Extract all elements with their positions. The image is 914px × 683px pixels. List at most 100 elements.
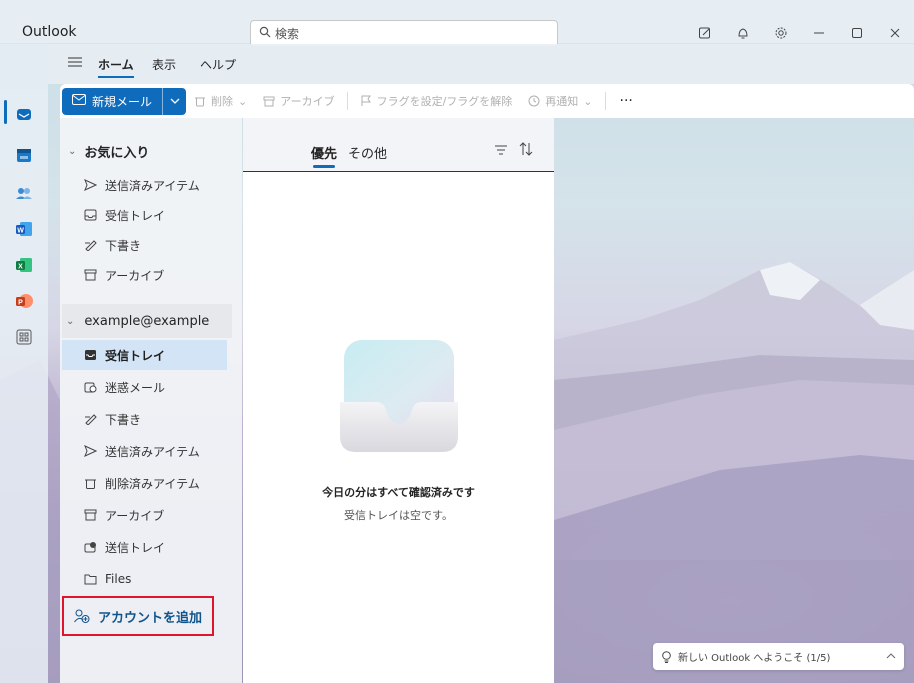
snooze-button[interactable]: 再通知 ⌄ [520, 93, 600, 109]
folder-label: 受信トレイ [105, 208, 166, 223]
clock-icon [528, 95, 540, 107]
folder-label: 受信トレイ [105, 348, 166, 363]
search-placeholder: 検索 [275, 27, 300, 41]
trash-icon [195, 97, 206, 107]
archive-button[interactable]: アーカイブ [255, 93, 342, 109]
flag-icon [361, 95, 371, 106]
empty-state-subtitle: 受信トレイは空です。 [344, 509, 453, 522]
favorite-item-sent[interactable]: 送信済みアイテム [62, 170, 227, 200]
folder-deleted[interactable]: 削除済みアイテム [62, 468, 227, 498]
account-name: example@example [84, 313, 210, 329]
flag-button[interactable]: フラグを設定/フラグを解除 [352, 93, 521, 109]
send-icon [84, 179, 97, 191]
minimize-icon[interactable] [800, 22, 838, 44]
toast-text: 新しい Outlook へようこそ (1/5) [678, 653, 831, 664]
inbox-icon [85, 350, 96, 360]
chevron-down-icon: ⌄ [238, 94, 248, 108]
outbox-icon [84, 542, 96, 553]
sort-icon[interactable] [519, 142, 533, 159]
folder-pane: ⌄ お気に入り 送信済みアイテム 受信トレイ 下書き アーカイブ ⌄ examp… [60, 118, 242, 683]
chevron-down-icon: ⌄ [68, 146, 77, 157]
add-account-button[interactable]: アカウントを追加 [62, 596, 214, 636]
svg-text:P: P [18, 299, 23, 306]
excel-icon[interactable]: X [14, 255, 34, 275]
calendar-icon[interactable] [14, 145, 34, 165]
junk-icon [84, 382, 97, 393]
favorites-label: お気に入り [84, 146, 150, 161]
tab-view[interactable]: 表示 [152, 56, 176, 73]
ribbon-divider [604, 92, 606, 110]
ribbon-divider [346, 92, 348, 110]
new-mail-button[interactable]: 新規メール [62, 87, 187, 115]
tab-help[interactable]: ヘルプ [200, 56, 236, 73]
app-title: Outlook [22, 24, 77, 40]
delete-label: 削除 [211, 95, 234, 108]
maximize-icon[interactable] [838, 22, 876, 44]
folder-drafts[interactable]: 下書き [62, 404, 227, 434]
add-account-label: アカウントを追加 [98, 610, 203, 626]
chevron-down-icon: ⌄ [66, 315, 75, 327]
envelope-icon [72, 94, 86, 108]
mail-icon[interactable] [14, 104, 34, 124]
hamburger-menu-icon[interactable] [68, 56, 82, 71]
folder-label: 迷惑メール [105, 380, 166, 395]
folder-outbox[interactable]: 送信トレイ [62, 532, 227, 562]
folder-archive[interactable]: アーカイブ [62, 500, 227, 530]
tab-home[interactable]: ホーム [98, 56, 134, 78]
add-person-icon [74, 609, 90, 623]
folder-label: 送信トレイ [105, 540, 166, 555]
people-icon[interactable] [14, 183, 34, 203]
bell-icon[interactable] [724, 22, 762, 44]
folder-label: 送信済みアイテム [105, 444, 200, 459]
folder-junk[interactable]: 迷惑メール [62, 372, 227, 402]
app-rail: W X P [0, 44, 48, 683]
folder-files[interactable]: Files [62, 564, 227, 594]
close-icon[interactable] [876, 22, 914, 44]
message-list-header: 優先 その他 [243, 118, 554, 172]
tab-other[interactable]: その他 [348, 143, 387, 162]
gear-icon[interactable] [762, 22, 800, 44]
trash-icon [85, 479, 96, 489]
welcome-toast[interactable]: 新しい Outlook へようこそ (1/5) [653, 643, 904, 670]
word-icon[interactable]: W [14, 219, 34, 239]
pencil-icon [85, 240, 97, 251]
archive-icon [263, 96, 275, 107]
folder-label: 削除済みアイテム [105, 476, 200, 491]
archive-icon [84, 509, 97, 521]
folder-inbox[interactable]: 受信トレイ [62, 340, 227, 370]
powerpoint-icon[interactable]: P [14, 291, 34, 311]
compose-note-icon[interactable] [686, 22, 724, 44]
svg-text:W: W [17, 227, 24, 234]
archive-label: アーカイブ [280, 95, 335, 108]
tab-focused[interactable]: 優先 [311, 143, 337, 168]
folder-label: アーカイブ [105, 508, 165, 523]
svg-text:X: X [18, 263, 23, 270]
new-mail-main[interactable]: 新規メール [62, 88, 162, 115]
folder-label: 下書き [105, 412, 142, 427]
favorite-item-inbox[interactable]: 受信トレイ [62, 200, 227, 230]
send-icon [84, 445, 97, 457]
lightbulb-icon [662, 650, 671, 663]
rail-active-indicator [4, 100, 7, 124]
search-input[interactable]: 検索 [250, 20, 558, 47]
menu-bar: ホーム 表示 ヘルプ [48, 44, 914, 84]
folder-label: Files [105, 572, 132, 586]
search-icon [259, 26, 271, 41]
new-mail-dropdown[interactable] [162, 87, 186, 115]
folder-sent[interactable]: 送信済みアイテム [62, 436, 227, 466]
filter-icon[interactable] [495, 144, 507, 158]
favorite-item-drafts[interactable]: 下書き [62, 230, 227, 260]
folder-label: アーカイブ [105, 268, 165, 283]
more-apps-icon[interactable] [14, 327, 34, 347]
favorites-header[interactable]: ⌄ お気に入り [68, 142, 149, 161]
favorite-item-archive[interactable]: アーカイブ [62, 260, 227, 290]
more-options-button[interactable]: ··· [610, 93, 643, 109]
account-header[interactable]: ⌄ example@example [62, 304, 232, 338]
snooze-label: 再通知 [545, 95, 579, 108]
chevron-up-icon[interactable] [886, 651, 896, 662]
delete-button[interactable]: 削除 ⌄ [186, 93, 255, 109]
empty-state-title: 今日の分はすべて確認済みです [322, 486, 475, 499]
folder-label: 下書き [105, 238, 142, 253]
chevron-down-icon: ⌄ [583, 94, 593, 108]
new-mail-label: 新規メール [92, 94, 153, 109]
